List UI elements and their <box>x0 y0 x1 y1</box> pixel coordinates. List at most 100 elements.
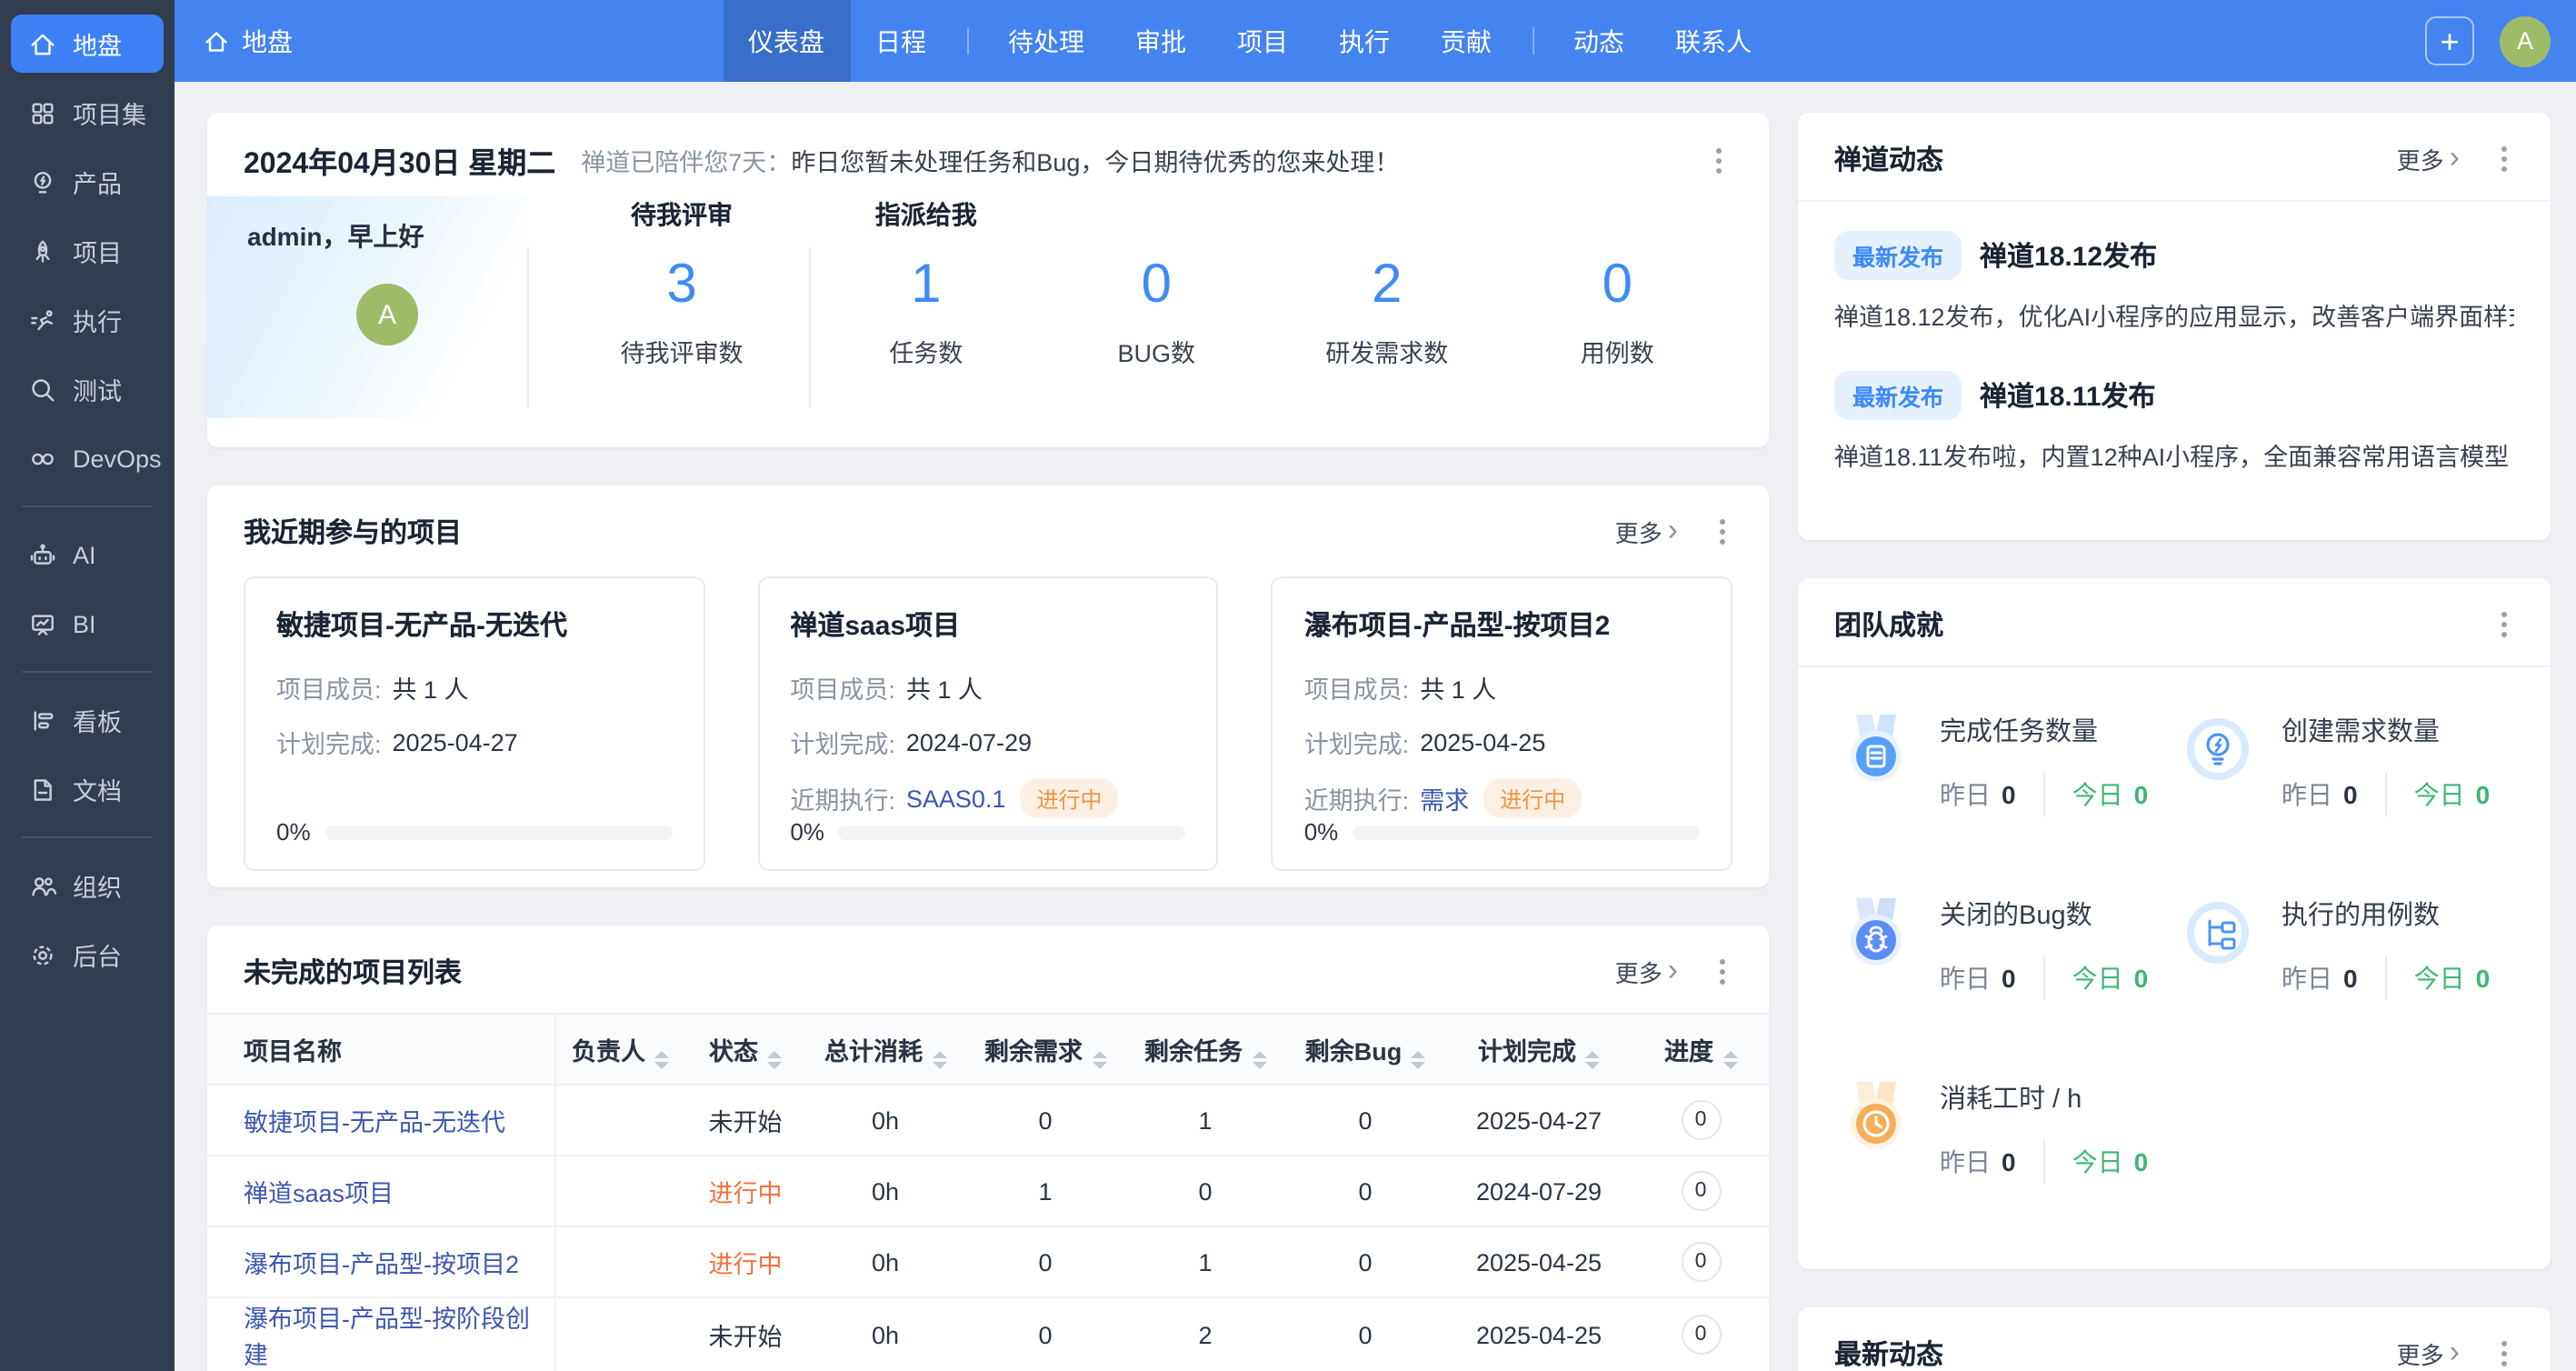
robot-icon <box>29 541 56 568</box>
sidebar-item-qa[interactable]: 测试 <box>11 360 164 418</box>
today-date: 2024年04月30日 星期二 <box>244 138 555 182</box>
project-link[interactable]: 禅道saas项目 <box>244 1180 394 1207</box>
sidebar-item-admin[interactable]: 后台 <box>11 926 164 984</box>
project-link[interactable]: 瀑布项目-产品型-按阶段创建 <box>244 1306 530 1369</box>
execution-link[interactable]: SAAS0.1 <box>906 785 1006 812</box>
sidebar-divider <box>22 505 153 507</box>
nav-tabs: 仪表盘 日程 待处理 审批 项目 执行 贡献 动态 联系人 <box>723 0 1995 82</box>
col-progress[interactable]: 进度 <box>1632 1014 1769 1085</box>
table-row: 瀑布项目-产品型-按阶段创建 未开始 0h 0 2 0 2025-04-25 0 <box>207 1297 1769 1371</box>
tab-dynamic[interactable]: 动态 <box>1548 0 1650 82</box>
more-link[interactable]: 更多 <box>2397 142 2460 176</box>
breadcrumb[interactable]: 地盘 <box>204 23 293 59</box>
sort-icon <box>1092 1050 1106 1068</box>
project-link[interactable]: 瀑布项目-产品型-按项目2 <box>244 1251 519 1278</box>
program-grid-icon <box>29 99 56 126</box>
sort-icon <box>932 1050 946 1068</box>
kebab-menu-icon[interactable] <box>2489 143 2518 175</box>
metric-run-cases: 执行的用例数 昨日0 今日0 <box>2176 895 2518 1000</box>
project-link[interactable]: 敏捷项目-无产品-无迭代 <box>244 1109 505 1136</box>
chart-board-icon <box>29 610 56 637</box>
tab-todo[interactable]: 待处理 <box>983 0 1110 82</box>
kanban-icon <box>29 706 56 734</box>
kebab-menu-icon[interactable] <box>1707 515 1736 548</box>
news-item[interactable]: 最新发布 禅道18.11发布 禅道18.11发布啦，内置12种AI小程序，全面兼… <box>1834 371 2514 473</box>
section-title: 最新动态 <box>1834 1335 2397 1371</box>
col-name: 项目名称 <box>207 1014 554 1085</box>
progress-bar <box>325 825 673 839</box>
project-card[interactable]: 瀑布项目-产品型-按项目2 项目成员:共 1 人 计划完成:2025-04-25… <box>1272 576 1732 871</box>
section-title: 团队成就 <box>1834 605 2489 644</box>
more-link[interactable]: 更多 <box>1615 515 1678 549</box>
col-bug[interactable]: 剩余Bug <box>1285 1014 1445 1085</box>
kebab-menu-icon[interactable] <box>2489 1337 2518 1370</box>
tab-calendar[interactable]: 日程 <box>850 0 952 82</box>
sidebar-item-org[interactable]: 组织 <box>11 856 164 915</box>
sidebar: 地盘 项目集 产品 项目 执行 测试 DevOps AI <box>0 0 175 1371</box>
welcome-card: 2024年04月30日 星期二 禅道已陪伴您7天：昨日您暂未处理任务和Bug，今… <box>207 113 1769 447</box>
sidebar-item-bi[interactable]: BI <box>11 595 164 653</box>
latest-dynamics-card: 最新动态 更多 <box>1798 1307 2551 1371</box>
create-button[interactable] <box>2425 16 2474 65</box>
avatar[interactable]: A <box>356 284 418 345</box>
col-status[interactable]: 状态 <box>685 1014 805 1085</box>
news-item[interactable]: 最新发布 禅道18.12发布 禅道18.12发布，优化AI小程序的应用显示，改善… <box>1834 231 2514 333</box>
execution-link[interactable]: 需求 <box>1420 780 1469 816</box>
section-title: 禅道动态 <box>1834 140 2397 178</box>
tab-review[interactable]: 审批 <box>1110 0 1212 82</box>
idea-circle-icon <box>2176 707 2260 791</box>
sidebar-item-doc[interactable]: 文档 <box>11 760 164 818</box>
gear-icon <box>29 941 56 968</box>
tab-divider <box>966 27 968 55</box>
progress-bar <box>1353 825 1700 839</box>
sidebar-item-project[interactable]: 项目 <box>11 222 164 280</box>
project-card[interactable]: 敏捷项目-无产品-无迭代 项目成员:共 1 人 计划完成:2025-04-27 … <box>244 576 704 871</box>
project-card[interactable]: 禅道saas项目 项目成员:共 1 人 计划完成:2024-07-29 近期执行… <box>757 576 1218 871</box>
sidebar-item-my[interactable]: 地盘 <box>11 15 164 73</box>
col-story[interactable]: 剩余需求 <box>965 1014 1125 1085</box>
more-link[interactable]: 更多 <box>1615 955 1678 989</box>
left-column: 2024年04月30日 星期二 禅道已陪伴您7天：昨日您暂未处理任务和Bug，今… <box>207 113 1769 1371</box>
recent-projects-card: 我近期参与的项目 更多 敏捷项目-无产品-无迭代 项目成员:共 1 人 计划完成… <box>207 485 1769 887</box>
col-task[interactable]: 剩余任务 <box>1125 1014 1285 1085</box>
release-badge: 最新发布 <box>1834 371 1962 420</box>
user-avatar[interactable]: A <box>2500 15 2551 66</box>
col-cost[interactable]: 总计消耗 <box>805 1014 965 1085</box>
document-icon <box>29 776 56 803</box>
tab-dashboard[interactable]: 仪表盘 <box>723 0 850 82</box>
tab-execution[interactable]: 执行 <box>1313 0 1415 82</box>
story-count[interactable]: 2 <box>1272 251 1503 320</box>
clock-medal-icon <box>1834 1075 1918 1158</box>
status-badge: 进行中 <box>1020 778 1118 818</box>
tab-contribute[interactable]: 贡献 <box>1415 0 1517 82</box>
section-title: 我近期参与的项目 <box>244 513 1615 551</box>
kebab-menu-icon[interactable] <box>1707 956 1736 988</box>
review-count[interactable]: 3 <box>554 251 809 320</box>
infinity-icon <box>29 445 56 472</box>
sidebar-item-devops[interactable]: DevOps <box>11 429 164 487</box>
progress: 0% <box>276 818 672 846</box>
sort-icon <box>1411 1050 1425 1068</box>
kebab-menu-icon[interactable] <box>1703 144 1732 176</box>
tab-project[interactable]: 项目 <box>1212 0 1313 82</box>
progress: 0% <box>1304 818 1700 846</box>
case-flow-circle-icon <box>2176 891 2260 975</box>
case-count[interactable]: 0 <box>1503 251 1733 320</box>
tab-contacts[interactable]: 联系人 <box>1650 0 1777 82</box>
sidebar-item-execution[interactable]: 执行 <box>11 291 164 349</box>
value-divider <box>2043 773 2045 816</box>
section-title: 未完成的项目列表 <box>244 953 1615 991</box>
col-owner[interactable]: 负责人 <box>554 1014 685 1085</box>
bug-count[interactable]: 0 <box>1042 251 1273 320</box>
col-due[interactable]: 计划完成 <box>1445 1014 1632 1085</box>
table-row: 禅道saas项目 进行中 0h 1 0 0 2024-07-29 0 <box>207 1156 1769 1226</box>
sidebar-item-ai[interactable]: AI <box>11 525 164 584</box>
sidebar-item-product[interactable]: 产品 <box>11 153 164 211</box>
sidebar-item-program[interactable]: 项目集 <box>11 84 164 142</box>
more-link[interactable]: 更多 <box>2397 1336 2460 1371</box>
release-badge: 最新发布 <box>1834 231 1962 280</box>
sidebar-item-kanban[interactable]: 看板 <box>11 691 164 749</box>
task-count[interactable]: 1 <box>811 251 1042 320</box>
kebab-menu-icon[interactable] <box>2489 608 2518 641</box>
metric-closed-bugs: 关闭的Bug数 昨日0 今日0 <box>1834 895 2176 1000</box>
